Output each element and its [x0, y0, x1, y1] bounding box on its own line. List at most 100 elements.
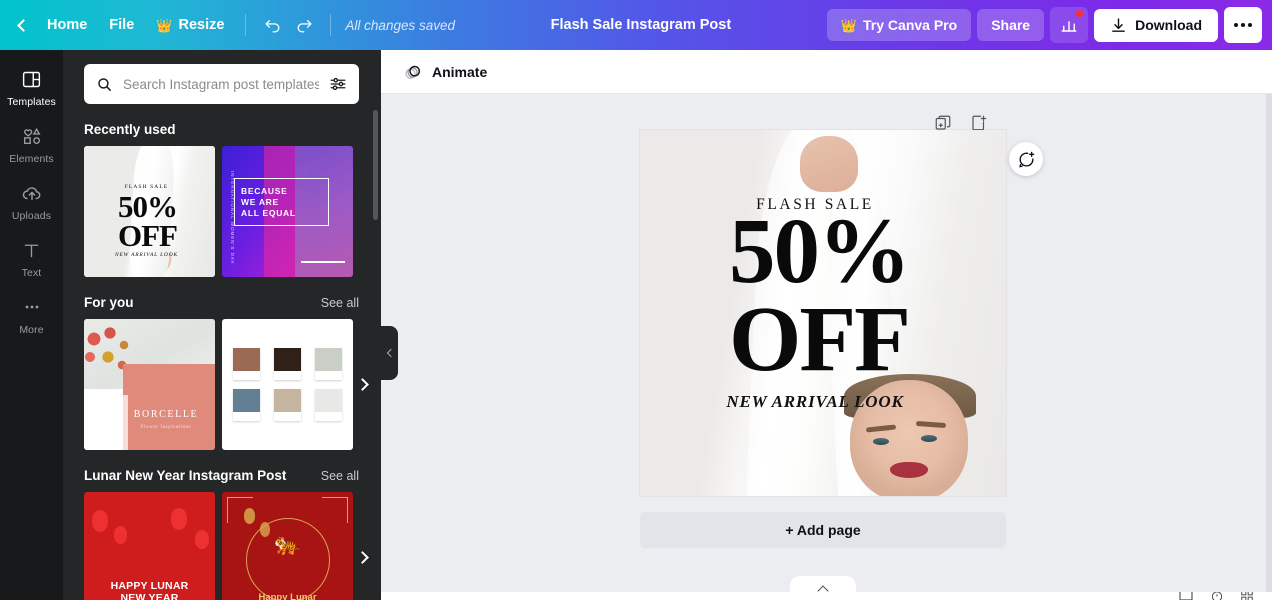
canvas-text-percent[interactable]: 50%: [652, 204, 986, 300]
save-status: All changes saved: [345, 17, 455, 33]
template-thumb-borcelle[interactable]: BORCELLE Flower Inspirations: [84, 319, 215, 450]
template-thumb-color-palette[interactable]: [222, 319, 353, 450]
crown-icon: 👑: [156, 17, 173, 33]
sidebar-item-more[interactable]: More: [0, 286, 63, 343]
download-icon: [1112, 17, 1125, 32]
thumb-line2: Flower Inspirations: [140, 425, 192, 430]
template-thumb-lunar-2022[interactable]: 🐅 Happy Lunar New Year 2022: [222, 492, 353, 600]
thumb-text-block: HAPPY LUNAR NEW YEAR SUPER SALE: [84, 580, 215, 600]
tiger-icon: 🐅: [273, 531, 302, 557]
thumb-line4: NEW ARRIVAL LOOK: [115, 252, 178, 258]
timer-icon: [1211, 592, 1223, 600]
redo-icon: [297, 19, 312, 33]
collapse-panel-button[interactable]: [381, 326, 398, 380]
add-comment-icon: [1018, 151, 1034, 168]
uploads-icon: [20, 181, 44, 205]
canva-editor-window: Home File 👑 Resize All changes saved Fla…: [0, 0, 1272, 600]
animate-label: Animate: [432, 63, 488, 80]
canvas-text-off[interactable]: OFF: [652, 292, 986, 388]
swatch-card: [315, 389, 342, 421]
add-page-button[interactable]: + Add page: [640, 512, 1006, 548]
templates-icon: [20, 67, 44, 91]
sidebar-label-elements: Elements: [9, 153, 54, 165]
swatch-card: [274, 348, 301, 380]
dot-icon: [1234, 23, 1238, 27]
sidebar-item-text[interactable]: Text: [0, 229, 63, 286]
notes-button[interactable]: [1178, 592, 1194, 600]
lantern-icon: [92, 510, 108, 532]
elements-icon: [20, 124, 44, 148]
thumb-line1: Happy Lunar: [258, 592, 317, 600]
download-button[interactable]: Download: [1094, 8, 1218, 42]
text-icon: [20, 238, 44, 262]
home-button[interactable]: Home: [36, 11, 98, 39]
lantern-icon: [114, 526, 127, 544]
stage-scrollbar[interactable]: [1266, 94, 1272, 592]
thumb-accent-line: [301, 261, 345, 263]
canvas-photo-hand: [800, 136, 858, 192]
sidebar-item-elements[interactable]: Elements: [0, 115, 63, 172]
timer-button[interactable]: [1210, 592, 1224, 600]
filter-sliders-icon[interactable]: [329, 75, 347, 93]
header-right-group: 👑 Try Canva Pro Share Download: [826, 0, 1272, 50]
dot-icon: [1248, 23, 1252, 27]
home-label: Home: [47, 17, 88, 33]
resize-label: Resize: [178, 17, 225, 33]
left-nav-rail: Templates Elements Uploads Text More: [0, 50, 63, 600]
search-input[interactable]: [123, 76, 319, 92]
canvas-stage: FLASH SALE 50% OFF NEW ARRIVAL LOOK + Ad…: [381, 94, 1272, 592]
corner-ornament-icon: [322, 497, 348, 523]
header-center-group: Flash Sale Instagram Post: [455, 11, 827, 39]
chevron-left-icon: [17, 18, 30, 32]
section-title: Lunar New Year Instagram Post: [84, 468, 287, 483]
header-left-group: Home File 👑 Resize All changes saved: [0, 0, 455, 50]
more-options-button[interactable]: [1224, 7, 1262, 43]
thumb-text-block: Happy Lunar New Year 2022: [222, 591, 353, 600]
grid-view-icon: [1241, 592, 1253, 600]
sidebar-label-uploads: Uploads: [11, 210, 52, 222]
back-button[interactable]: [10, 15, 36, 36]
thumb-line1: BECAUSE: [241, 185, 288, 196]
thumb-line2: NEW YEAR: [120, 592, 179, 600]
see-all-for-you[interactable]: See all: [321, 296, 359, 310]
canvas-text-subtitle[interactable]: NEW ARRIVAL LOOK: [640, 392, 990, 412]
section-title: Recently used: [84, 122, 176, 137]
search-box[interactable]: [84, 64, 359, 104]
design-canvas-page[interactable]: FLASH SALE 50% OFF NEW ARRIVAL LOOK: [640, 130, 1006, 496]
swatch-card: [233, 348, 260, 380]
try-canva-pro-button[interactable]: 👑 Try Canva Pro: [826, 9, 972, 41]
file-menu-button[interactable]: File: [98, 11, 145, 39]
header-divider-2: [330, 14, 332, 36]
circle-ornament-icon: [245, 518, 330, 600]
add-comment-button[interactable]: [1009, 142, 1043, 176]
sidebar-item-templates[interactable]: Templates: [0, 58, 63, 115]
see-all-lunar[interactable]: See all: [321, 469, 359, 483]
template-row-lunar-new-year: HAPPY LUNAR NEW YEAR SUPER SALE 🐅 Happy …: [63, 492, 381, 600]
thumb-line3: OFF: [118, 218, 178, 253]
template-thumb-all-equal[interactable]: BECAUSE WE ARE ALL EQUAL INTERNATIONAL W…: [222, 146, 353, 277]
template-thumb-lunar-super-sale[interactable]: HAPPY LUNAR NEW YEAR SUPER SALE: [84, 492, 215, 600]
canvas-photo-lips: [890, 462, 928, 478]
template-thumb-flash-sale[interactable]: FLASH SALE 50% OFF NEW ARRIVAL LOOK: [84, 146, 215, 277]
section-title: For you: [84, 295, 134, 310]
expand-bottom-panel-button[interactable]: [790, 576, 856, 592]
sidebar-item-uploads[interactable]: Uploads: [0, 172, 63, 229]
share-button[interactable]: Share: [977, 9, 1045, 41]
dot-icon: [1241, 23, 1245, 27]
insights-button[interactable]: [1050, 7, 1089, 43]
animate-button[interactable]: Animate: [393, 56, 497, 88]
document-title[interactable]: Flash Sale Instagram Post: [539, 11, 744, 39]
lunar-next-arrow[interactable]: [351, 545, 377, 571]
canvas-photo-eye: [873, 438, 889, 445]
grid-view-button[interactable]: [1240, 592, 1254, 600]
download-label: Download: [1135, 17, 1202, 33]
lantern-icon: [171, 508, 187, 530]
swatch-card: [233, 389, 260, 421]
sidebar-label-templates: Templates: [7, 96, 56, 108]
undo-button[interactable]: [256, 9, 288, 41]
redo-button[interactable]: [288, 9, 320, 41]
for-you-next-arrow[interactable]: [351, 372, 377, 398]
section-header-recently-used: Recently used: [63, 104, 381, 146]
panel-scrollbar[interactable]: [373, 110, 378, 220]
resize-button[interactable]: 👑 Resize: [145, 11, 235, 39]
